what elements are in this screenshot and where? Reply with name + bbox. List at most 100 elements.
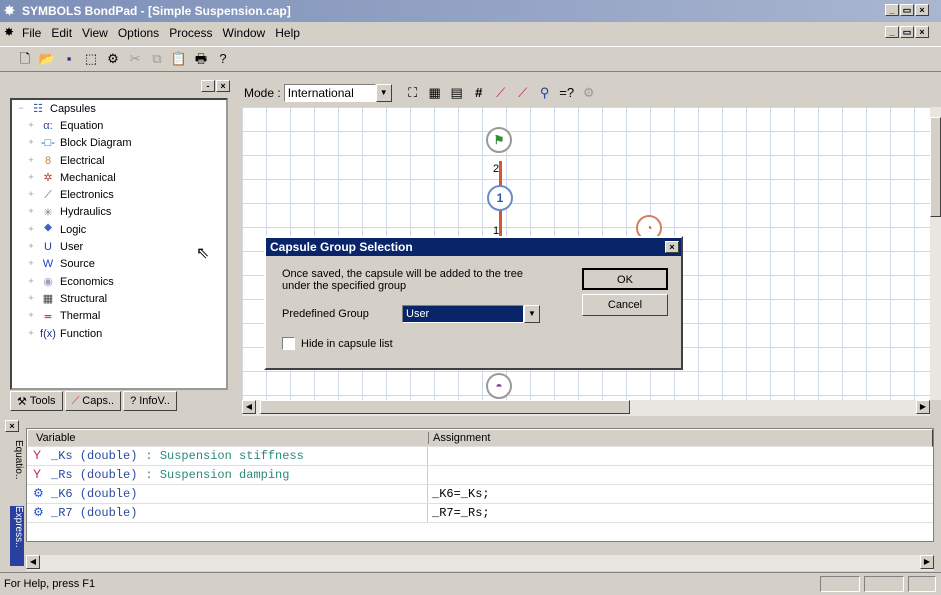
tree-item-thermal[interactable]: + ≖ Thermal [12, 308, 226, 325]
expand-icon[interactable]: + [26, 120, 36, 131]
table-scroll-left-icon[interactable]: ◀ [26, 555, 40, 569]
tool-layout-icon[interactable]: ⛶ [404, 84, 422, 102]
scroll-left-icon[interactable]: ◀ [242, 400, 256, 414]
ok-button[interactable]: OK [582, 268, 668, 290]
variables-table[interactable]: Variable Assignment Y _Ks (double): Suspe… [26, 428, 934, 542]
table-row[interactable]: ⚙ _R7 (double) _R7=_Rs; [27, 504, 933, 523]
source-node-icon[interactable]: ⚑ [486, 127, 512, 153]
capsule-icon[interactable]: ⚙ [104, 50, 122, 68]
table-hscrollbar[interactable]: ◀ ▶ [26, 555, 934, 571]
expand-icon[interactable]: + [26, 242, 36, 252]
tree-item-electrical[interactable]: +8 Electrical [12, 152, 226, 169]
minimize-icon[interactable]: _ [885, 4, 899, 16]
doc-minimize-icon[interactable]: _ [885, 26, 899, 38]
canvas-hscrollbar[interactable]: ◀ ▶ [242, 400, 930, 416]
menu-window[interactable]: Window [223, 26, 266, 40]
canvas-hscroll-thumb[interactable] [260, 400, 630, 414]
expand-icon[interactable]: + [26, 311, 36, 321]
tool-zoom-icon[interactable]: ⚲ [536, 84, 554, 102]
assignment-cell[interactable] [427, 466, 432, 484]
menu-edit[interactable]: Edit [51, 26, 72, 40]
open-icon[interactable]: 📂 [38, 50, 56, 68]
canvas-vscrollbar[interactable] [930, 107, 941, 400]
bottom-pane-close-icon[interactable]: × [4, 420, 19, 432]
table-row[interactable]: Y _Rs (double): Suspension damping [27, 466, 933, 485]
variable-cell[interactable]: Y _Ks (double): Suspension stiffness [27, 448, 427, 463]
tree-item-hydraulics[interactable]: + ✳ Hydraulics [12, 204, 226, 221]
header-assignment[interactable]: Assignment [428, 432, 490, 444]
tree-root[interactable]: − ☷ Capsules [12, 100, 226, 117]
tree-item-logic[interactable]: + ⯁ Logic [12, 221, 226, 238]
tree-item-block-diagram[interactable]: + -□- Block Diagram [12, 135, 226, 152]
junction-node[interactable]: 1 [487, 185, 513, 211]
expand-icon[interactable]: + [26, 276, 36, 287]
expand-icon[interactable]: + [26, 224, 36, 235]
expand-icon[interactable]: + [26, 259, 36, 269]
tool-arrow-icon[interactable]: ⟋ [514, 84, 532, 102]
doc-restore-icon[interactable]: ▭ [900, 26, 914, 38]
menu-options[interactable]: Options [118, 26, 159, 40]
expand-icon[interactable]: + [26, 207, 36, 217]
tool-grid1-icon[interactable]: ▦ [426, 84, 444, 102]
header-variable[interactable]: Variable [28, 432, 428, 444]
pane-close-icon[interactable]: × [216, 80, 230, 92]
tree-item-economics[interactable]: + ◉ Economics [12, 273, 226, 290]
tab-tools[interactable]: ⚒ Tools [10, 391, 63, 411]
mode-select[interactable]: International [283, 84, 376, 102]
group-select-value[interactable]: User [402, 305, 524, 323]
variable-cell[interactable]: ⚙ _R7 (double) [27, 505, 427, 520]
cut-icon[interactable]: ✂ [126, 50, 144, 68]
menu-process[interactable]: Process [169, 26, 212, 40]
expand-icon[interactable]: + [26, 172, 36, 183]
save-icon[interactable]: ▪ [60, 50, 78, 68]
canvas-vscroll-thumb[interactable] [930, 117, 941, 217]
variable-cell[interactable]: ⚙ _K6 (double) [27, 486, 427, 501]
new-icon[interactable]: 🗋 [16, 50, 34, 68]
menu-file[interactable]: File [22, 26, 41, 40]
expand-icon[interactable]: + [26, 190, 36, 200]
group-select[interactable]: User ▼ [402, 305, 540, 323]
tool-gear-icon[interactable]: ⚙ [580, 84, 598, 102]
paste-icon[interactable]: 📋 [170, 50, 188, 68]
tree-item-user[interactable]: + U User [12, 238, 226, 255]
assignment-cell[interactable] [427, 447, 432, 465]
hide-checkbox[interactable] [282, 337, 295, 350]
expand-icon[interactable]: + [26, 155, 36, 166]
variable-cell[interactable]: Y _Rs (double): Suspension damping [27, 467, 427, 482]
table-row[interactable]: ⚙ _K6 (double) _K6=_Ks; [27, 485, 933, 504]
menu-view[interactable]: View [82, 26, 108, 40]
menu-help[interactable]: Help [275, 26, 300, 40]
tree-item-electronics[interactable]: + ⟋ Electronics [12, 186, 226, 203]
assignment-cell[interactable]: _K6=_Ks; [427, 485, 490, 503]
tool-grid2-icon[interactable]: ▤ [448, 84, 466, 102]
tab-equation[interactable]: Equatio.. [0, 440, 24, 479]
tab-caps[interactable]: ⟋ Caps.. [64, 391, 122, 411]
copy-icon[interactable]: ⧉ [148, 50, 166, 68]
collapse-icon[interactable]: − [16, 103, 26, 114]
tool-hash-icon[interactable]: # [470, 84, 488, 102]
table-scroll-right-icon[interactable]: ▶ [920, 555, 934, 569]
expand-icon[interactable]: + [26, 328, 36, 339]
print-icon[interactable]: 🖶 [192, 50, 210, 68]
table-row[interactable]: Y _Ks (double): Suspension stiffness [27, 447, 933, 466]
tab-infoview[interactable]: ? InfoV.. [123, 391, 177, 411]
tree-item-structural[interactable]: + ▦ Structural [12, 290, 226, 307]
pane-pin-icon[interactable]: - [201, 80, 215, 92]
select-icon[interactable]: ⬚ [82, 50, 100, 68]
tab-expression[interactable]: Express.. [10, 506, 24, 566]
expand-icon[interactable]: + [26, 138, 36, 148]
tree-item-function[interactable]: + f(x) Function [12, 325, 226, 342]
chevron-down-icon[interactable]: ▼ [375, 84, 392, 102]
maximize-icon[interactable]: ▭ [900, 4, 914, 16]
cancel-button[interactable]: Cancel [582, 294, 668, 316]
close-icon[interactable]: × [915, 4, 929, 16]
tree-item-source[interactable]: + W Source [12, 256, 226, 273]
tool-line-icon[interactable]: ⟋ [492, 84, 510, 102]
tree-item-equation[interactable]: + α: Equation [12, 117, 226, 134]
assignment-cell[interactable]: _R7=_Rs; [427, 504, 490, 522]
scroll-right-icon[interactable]: ▶ [916, 400, 930, 414]
expand-icon[interactable]: + [26, 293, 36, 304]
doc-close-icon[interactable]: × [915, 26, 929, 38]
mass-node-icon[interactable]: ◓ [486, 373, 512, 399]
help-icon[interactable]: ? [214, 50, 232, 68]
